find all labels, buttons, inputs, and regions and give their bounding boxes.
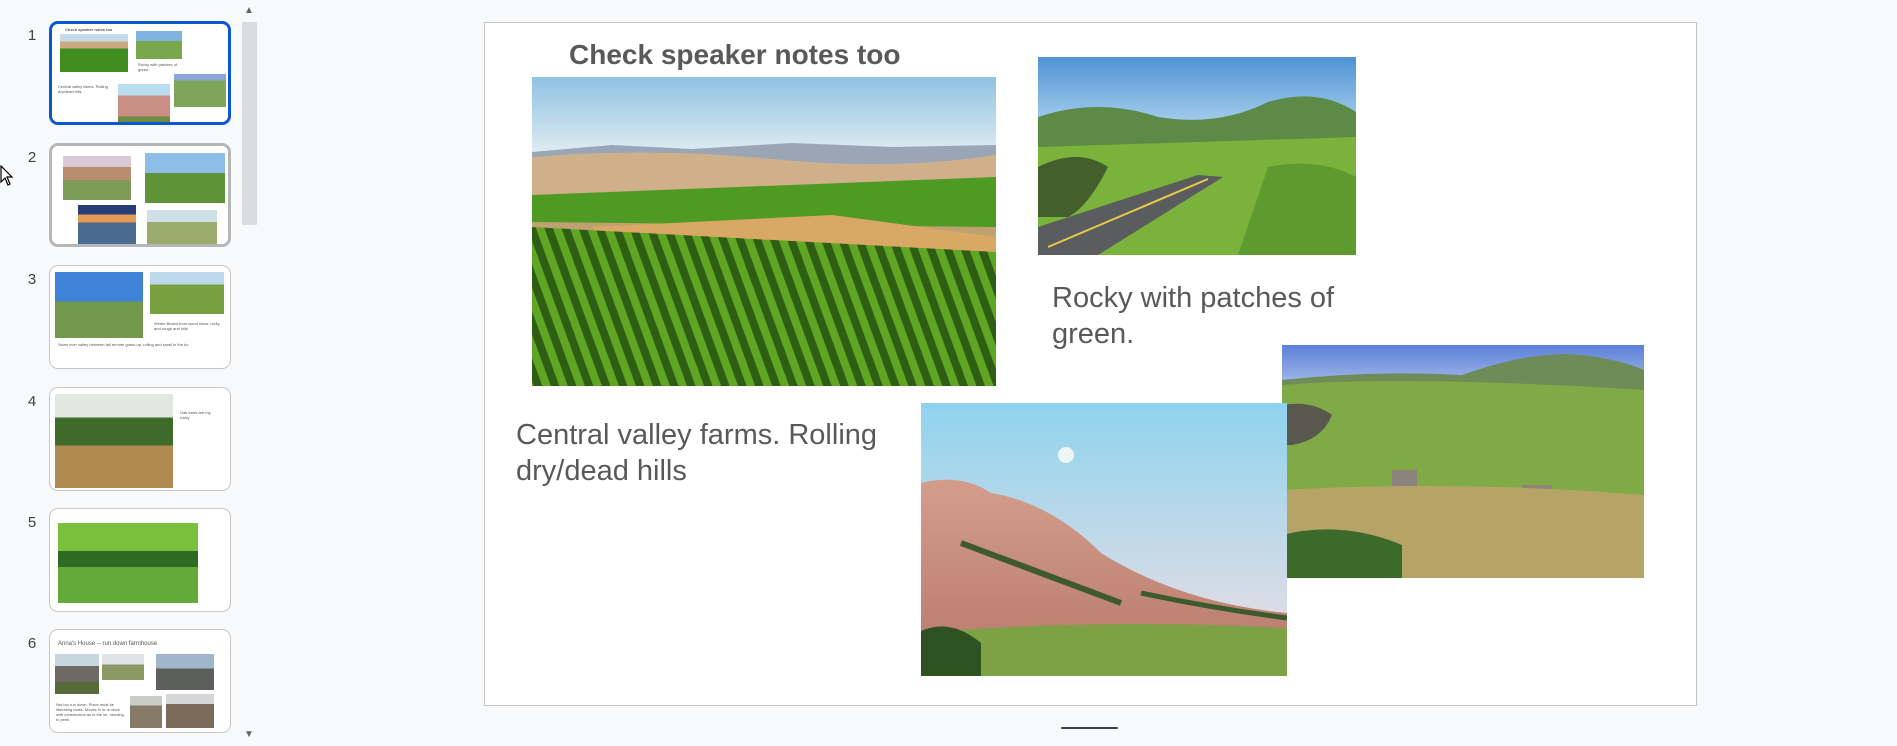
slide-number: 4 (27, 393, 37, 410)
speaker-notes-resize-handle[interactable] (1061, 727, 1118, 729)
country-road-image[interactable] (1038, 57, 1356, 255)
slide-number: 6 (27, 635, 37, 652)
scroll-down-icon[interactable]: ▼ (240, 728, 258, 742)
thumb-image-oak-road (55, 394, 173, 488)
thumb-caption-house: Not too run down. Place must be liberati… (56, 702, 124, 722)
thumb-title: Check speaker notes too (65, 27, 113, 32)
slide-thumbnail-row-1: 1 Check speaker notes too Rocky with pat… (0, 21, 240, 129)
thumb-image-old-house (166, 694, 214, 728)
slide-thumbnail-2[interactable] (49, 143, 231, 247)
slide-title[interactable]: Check speaker notes too (569, 39, 900, 71)
caption-central-valley[interactable]: Central valley farms. Rolling dry/dead h… (516, 417, 916, 489)
thumb-image-vineyard (60, 34, 128, 72)
slide-thumbnail-3[interactable]: Winter Brown from wood show, rocky and r… (49, 265, 231, 369)
thumb-caption-rocky: Rocky with patches of green. (138, 62, 177, 72)
thumb-caption-swan: Swan river valley between tall remote gr… (58, 342, 189, 347)
thumb-caption-winter: Winter Brown from wood show, rocky and r… (154, 321, 220, 331)
slide-thumbnail-row-6: 6 Anna's House -- run down farmhouse Not… (0, 629, 240, 737)
thumb-image-pink-hills (118, 84, 170, 122)
slide-thumbnail-1[interactable]: Check speaker notes too Rocky with patch… (49, 21, 231, 125)
caption-rocky[interactable]: Rocky with patches of green. (1052, 280, 1382, 352)
scrollbar-thumb[interactable] (242, 22, 257, 225)
pink-hills-moon-image[interactable] (921, 403, 1287, 676)
slide-number: 5 (27, 514, 37, 531)
slide-canvas[interactable]: Check speaker notes too Rocky with patch… (484, 22, 1697, 706)
vineyard-image[interactable] (532, 77, 996, 386)
thumb-image-house-small (102, 654, 144, 680)
slide-thumbnail-4[interactable]: Oak trees are my rocky (49, 387, 231, 491)
slide-thumbnail-row-4: 4 Oak trees are my rocky (0, 387, 240, 495)
slide-thumbnail-row-5: 5 (0, 508, 240, 616)
thumb-title: Anna's House -- run down farmhouse (58, 641, 158, 647)
thumb-image-road (136, 31, 182, 59)
thumb-image-farmhouse (55, 654, 99, 694)
slide-thumbnail-6[interactable]: Anna's House -- run down farmhouse Not t… (49, 629, 231, 733)
thumb-image-house-grey (156, 654, 214, 690)
thumb-image-grassy-slope (150, 272, 224, 314)
thumb-caption-oak: Oak trees are my rocky (180, 410, 211, 420)
mouse-pointer-icon (0, 164, 14, 192)
slide-number: 2 (27, 149, 37, 166)
thumb-image-sky-valley (55, 272, 143, 338)
slide-thumbnail-row-3: 3 Winter Brown from wood show, rocky and… (0, 265, 240, 373)
slide-thumbnail-5[interactable] (49, 508, 231, 612)
thumb-caption-valley: Central valley farms. Rolling dry/dead h… (58, 84, 108, 94)
thumb-image-green-fields (58, 523, 198, 603)
thumb-image-farm (174, 74, 226, 107)
scroll-up-icon[interactable]: ▲ (240, 4, 258, 18)
slide-thumbnail-row-2: 2 (0, 143, 240, 251)
farm-buildings-image[interactable] (1282, 345, 1644, 578)
slide-number: 1 (27, 27, 37, 44)
slide-filmstrip: 1 Check speaker notes too Rocky with pat… (0, 0, 240, 746)
thumb-image-sunset-flowers (78, 205, 136, 244)
thumb-image-green-hill (145, 153, 225, 203)
thumb-image-shed (130, 696, 162, 728)
filmstrip-scrollbar[interactable]: ▲ ▼ (240, 0, 258, 746)
thumb-image-ridge (63, 156, 131, 200)
thumb-image-meadow (147, 210, 217, 244)
slide-number: 3 (27, 271, 37, 288)
